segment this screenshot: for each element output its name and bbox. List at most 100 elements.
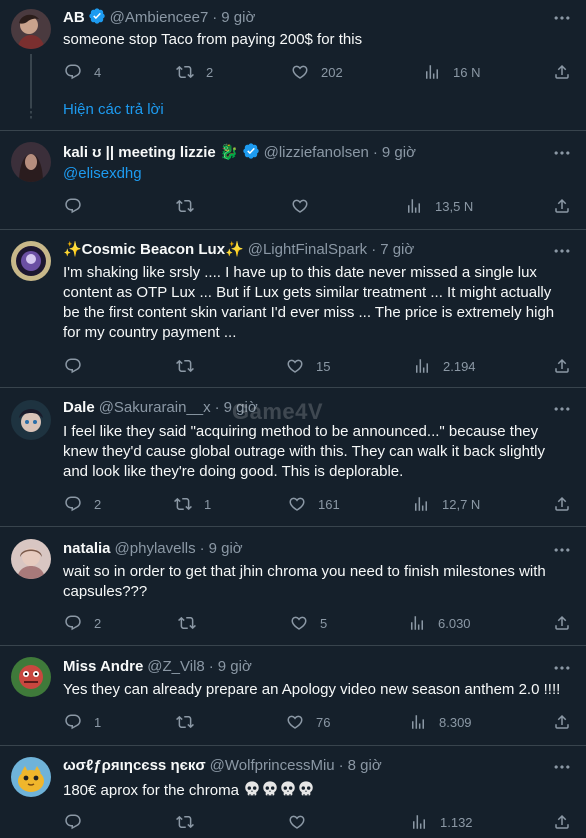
- tweet-miss-andre[interactable]: Miss Andre @Z_Vil8 · 9 giờ Yes they can alr…: [0, 646, 586, 746]
- retweet-icon: [176, 197, 194, 215]
- display-name[interactable]: Miss Andre: [63, 658, 143, 675]
- like-button[interactable]: 15: [286, 354, 330, 378]
- reply-button[interactable]: [64, 354, 94, 378]
- display-name[interactable]: natalia: [63, 540, 111, 557]
- retweet-button[interactable]: [176, 354, 206, 378]
- more-icon[interactable]: [552, 757, 572, 777]
- views-button[interactable]: 1.132: [410, 810, 473, 834]
- reply-button[interactable]: 4: [64, 60, 101, 84]
- avatar[interactable]: [11, 657, 51, 697]
- show-replies-link[interactable]: Hiện các trả lời: [63, 101, 164, 118]
- tweet-header: natalia @phylavells · 9 giờ: [63, 539, 243, 559]
- display-name[interactable]: kali ʊ || meeting lizzie 🐉: [63, 144, 239, 161]
- timestamp[interactable]: 9 giờ: [382, 144, 416, 161]
- views-button[interactable]: 16 N: [423, 60, 480, 84]
- tweet-natalia[interactable]: natalia @phylavells · 9 giờ wait so in orde…: [0, 527, 586, 646]
- retweet-button[interactable]: [176, 710, 206, 734]
- retweet-icon: [176, 63, 194, 81]
- retweet-button[interactable]: [176, 194, 206, 218]
- mention-link[interactable]: @elisexdhg: [63, 164, 572, 184]
- views-icon: [412, 495, 430, 513]
- handle[interactable]: @Sakurarain__x: [99, 399, 211, 416]
- reply-count: 2: [94, 496, 102, 512]
- action-bar: 2 1 161 12,7 N: [60, 492, 570, 516]
- avatar[interactable]: [11, 9, 51, 49]
- share-button[interactable]: [553, 492, 571, 516]
- reply-button[interactable]: [64, 194, 94, 218]
- views-button[interactable]: 12,7 N: [412, 492, 480, 516]
- share-button[interactable]: [553, 194, 571, 218]
- like-button[interactable]: [288, 810, 318, 834]
- tweet-header: ωσℓƒρяιηcєѕѕ ηєкσ @WolfprincessMiu · 8 giờ: [63, 756, 382, 776]
- share-button[interactable]: [553, 810, 571, 834]
- handle[interactable]: @Z_Vil8: [147, 658, 204, 675]
- handle[interactable]: @Ambiencee7: [110, 9, 209, 26]
- retweet-button[interactable]: 2: [176, 60, 213, 84]
- tweet-wolfprincess[interactable]: ωσℓƒρяιηcєѕѕ ηєкσ @WolfprincessMiu · 8 giờ …: [0, 746, 586, 838]
- timestamp[interactable]: 9 giờ: [218, 658, 252, 675]
- like-button[interactable]: 161: [288, 492, 340, 516]
- handle[interactable]: @WolfprincessMiu: [210, 757, 335, 774]
- views-button[interactable]: 8.309: [409, 710, 472, 734]
- tweet-text: someone stop Taco from paying 200$ for t…: [63, 31, 363, 48]
- reply-icon: [64, 63, 82, 81]
- share-icon: [553, 63, 571, 81]
- skull-icon: [279, 780, 297, 798]
- share-button[interactable]: [553, 710, 571, 734]
- share-button[interactable]: [553, 354, 571, 378]
- retweet-button[interactable]: 1: [174, 492, 211, 516]
- views-icon: [409, 713, 427, 731]
- retweet-button[interactable]: [176, 810, 206, 834]
- reply-button[interactable]: [64, 810, 94, 834]
- avatar[interactable]: [11, 539, 51, 579]
- tweet-cosmic-beacon-lux[interactable]: ✨Cosmic Beacon Lux✨ @LightFinalSpark · 7 gi…: [0, 230, 586, 388]
- handle[interactable]: @lizziefanolsen: [264, 144, 369, 161]
- views-button[interactable]: 13,5 N: [405, 194, 473, 218]
- reply-button[interactable]: 1: [64, 710, 101, 734]
- share-icon: [553, 495, 571, 513]
- views-button[interactable]: 6.030: [408, 611, 471, 635]
- like-button[interactable]: 202: [291, 60, 343, 84]
- more-icon[interactable]: [552, 143, 572, 163]
- reply-button[interactable]: 2: [64, 492, 101, 516]
- handle[interactable]: @LightFinalSpark: [248, 241, 367, 258]
- handle[interactable]: @phylavells: [115, 540, 196, 557]
- more-icon[interactable]: [552, 658, 572, 678]
- like-button[interactable]: 76: [286, 710, 330, 734]
- timestamp[interactable]: 9 giờ: [209, 540, 243, 557]
- reply-button[interactable]: 2: [64, 611, 101, 635]
- tweet-body: 180€ aprox for the chroma: [63, 780, 572, 801]
- avatar[interactable]: [11, 757, 51, 797]
- share-button[interactable]: [553, 60, 571, 84]
- display-name[interactable]: ✨Cosmic Beacon Lux✨: [63, 241, 244, 258]
- more-icon[interactable]: [552, 8, 572, 28]
- avatar[interactable]: [11, 400, 51, 440]
- retweet-button[interactable]: [178, 611, 208, 635]
- share-button[interactable]: [553, 611, 571, 635]
- display-name[interactable]: Dale: [63, 399, 95, 416]
- tweet-dale[interactable]: Dale @Sakurarain__x · 9 giờ Game4V I feel l…: [0, 388, 586, 527]
- views-icon: [423, 63, 441, 81]
- like-button[interactable]: [291, 194, 321, 218]
- avatar[interactable]: [11, 142, 51, 182]
- timestamp[interactable]: 9 giờ: [221, 9, 255, 26]
- separator-dot: ·: [372, 144, 378, 161]
- verified-icon: [242, 142, 260, 160]
- share-icon: [553, 813, 571, 831]
- timestamp[interactable]: 8 giờ: [348, 757, 382, 774]
- more-icon[interactable]: [552, 540, 572, 560]
- retweet-icon: [176, 813, 194, 831]
- reply-icon: [64, 713, 82, 731]
- views-button[interactable]: 2.194: [413, 354, 476, 378]
- more-icon[interactable]: [552, 241, 572, 261]
- display-name[interactable]: AB: [63, 9, 85, 26]
- tweet-kali[interactable]: kali ʊ || meeting lizzie 🐉 @lizziefanolse…: [0, 131, 586, 230]
- avatar[interactable]: [11, 241, 51, 281]
- view-count: 2.194: [443, 358, 476, 374]
- like-button[interactable]: 5: [290, 611, 327, 635]
- display-name[interactable]: ωσℓƒρяιηcєѕѕ ηєкσ: [63, 757, 206, 774]
- timestamp[interactable]: 7 giờ: [380, 241, 414, 258]
- more-icon[interactable]: [552, 399, 572, 419]
- action-bar: 1 76 8.309: [60, 710, 570, 734]
- tweet-ab[interactable]: AB @Ambiencee7 · 9 giờ someone stop Taco fr…: [0, 0, 586, 131]
